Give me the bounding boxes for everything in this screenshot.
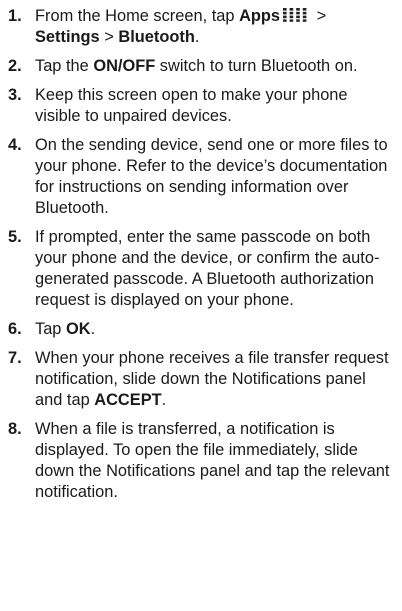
step-2: 2. Tap the ON/OFF switch to turn Bluetoo…: [8, 56, 394, 77]
step-7: 7. When your phone receives a file trans…: [8, 348, 394, 411]
step-text-part: Tap the: [35, 57, 94, 75]
step-text-part: .: [161, 391, 167, 409]
step-text-part: When your phone receives a file transfer…: [35, 349, 389, 409]
step-text-part: switch to turn Bluetooth on.: [155, 57, 358, 75]
step-number: 5.: [8, 228, 22, 246]
step-3: 3. Keep this screen open to make your ph…: [8, 85, 394, 127]
step-text: When a file is transferred, a notificati…: [35, 420, 390, 501]
step-text-part: >: [312, 7, 327, 25]
step-8: 8. When a file is transferred, a notific…: [8, 419, 394, 503]
instruction-steps: 1. From the Home screen, tap Apps > Sett…: [8, 6, 394, 503]
apps-label: Apps: [239, 7, 281, 25]
step-number: 8.: [8, 420, 22, 438]
step-number: 3.: [8, 86, 22, 104]
step-text-part: .: [90, 320, 96, 338]
bluetooth-label: Bluetooth: [118, 28, 195, 46]
step-number: 7.: [8, 349, 22, 367]
step-text-part: .: [194, 28, 200, 46]
step-text: When your phone receives a file transfer…: [35, 348, 394, 411]
step-number: 4.: [8, 136, 22, 154]
step-text: On the sending device, send one or more …: [35, 136, 388, 217]
step-text-part: >: [99, 28, 119, 46]
step-text: Keep this screen open to make your phone…: [35, 86, 348, 125]
step-text: Tap OK.: [35, 319, 394, 340]
accept-label: ACCEPT: [94, 391, 162, 409]
step-6: 6. Tap OK.: [8, 319, 394, 340]
step-4: 4. On the sending device, send one or mo…: [8, 135, 394, 219]
step-text: From the Home screen, tap Apps > Setting…: [35, 6, 394, 48]
step-text-part: From the Home screen, tap: [35, 7, 240, 25]
step-5: 5. If prompted, enter the same passcode …: [8, 227, 394, 311]
step-text: If prompted, enter the same passcode on …: [35, 228, 380, 309]
step-number: 2.: [8, 57, 22, 75]
step-text-part: Tap: [35, 320, 66, 338]
onoff-label: ON/OFF: [93, 57, 156, 75]
settings-label: Settings: [35, 28, 100, 46]
apps-grid-icon: [282, 7, 310, 22]
step-1: 1. From the Home screen, tap Apps > Sett…: [8, 6, 394, 48]
ok-label: OK: [65, 320, 91, 338]
step-number: 6.: [8, 320, 22, 338]
step-number: 1.: [8, 7, 22, 25]
step-text: Tap the ON/OFF switch to turn Bluetooth …: [35, 56, 394, 77]
